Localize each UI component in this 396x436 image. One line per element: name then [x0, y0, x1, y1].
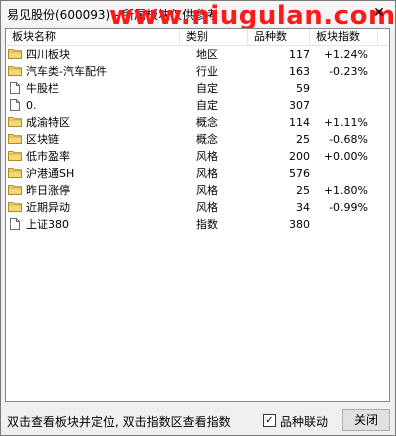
sector-type: 概念 [196, 133, 218, 146]
table-row[interactable]: 0. 自定 307 [6, 97, 389, 114]
sector-count: 25 [296, 133, 310, 146]
close-icon[interactable]: ✕ [371, 5, 387, 21]
sector-index: -0.99% [329, 201, 368, 214]
sector-name: 区块链 [26, 133, 59, 146]
column-header-name[interactable]: 板块名称 [6, 29, 180, 45]
sector-name: 沪港通SH [26, 167, 75, 180]
sector-dialog: 易见股份(600093) - 所属板块仅供参考 www.niugulan.com… [0, 0, 396, 436]
document-icon [8, 218, 22, 230]
list-header: 板块名称 类别 品种数 板块指数 [6, 29, 389, 46]
status-bar: 双击查看板块并定位, 双击指数区查看指数 ✓ 品种联动 关闭 [1, 405, 395, 435]
sector-name: 上证380 [26, 218, 69, 231]
table-row[interactable]: 近期异动 风格 34 -0.99% [6, 199, 389, 216]
sector-index [316, 97, 368, 114]
sector-type: 风格 [196, 184, 218, 197]
sector-type: 风格 [196, 201, 218, 214]
sector-type: 行业 [196, 65, 218, 78]
sector-type: 指数 [196, 218, 218, 231]
document-icon [8, 82, 22, 94]
sector-index: +1.80% [323, 184, 368, 197]
sector-type: 风格 [196, 150, 218, 163]
sector-list[interactable]: 板块名称 类别 品种数 板块指数 四川板块 地区 117 +1.24% 汽车类-汽车配件… [5, 28, 390, 402]
linkage-label: 品种联动 [280, 415, 329, 429]
sector-type: 自定 [196, 99, 218, 112]
sector-index: +1.11% [323, 116, 368, 129]
sector-count: 25 [296, 184, 310, 197]
sector-count: 307 [289, 99, 310, 112]
close-button[interactable]: 关闭 [342, 409, 390, 431]
folder-icon [8, 133, 22, 145]
sector-count: 117 [289, 48, 310, 61]
sector-type: 风格 [196, 167, 218, 180]
linkage-toggle[interactable]: ✓ 品种联动 [263, 413, 328, 430]
folder-icon [8, 184, 22, 196]
table-row[interactable]: 沪港通SH 风格 576 [6, 165, 389, 182]
table-row[interactable]: 汽车类-汽车配件 行业 163 -0.23% [6, 63, 389, 80]
sector-index [316, 165, 368, 182]
title-bar[interactable]: 易见股份(600093) - 所属板块仅供参考 www.niugulan.com… [1, 1, 395, 31]
table-row[interactable]: 牛股栏 自定 59 [6, 80, 389, 97]
watermark: www.niugulan.com [109, 1, 396, 31]
sector-count: 200 [289, 150, 310, 163]
table-row[interactable]: 区块链 概念 25 -0.68% [6, 131, 389, 148]
table-row[interactable]: 成渝特区 概念 114 +1.11% [6, 114, 389, 131]
folder-icon [8, 201, 22, 213]
vertical-scrollbar[interactable] [383, 29, 389, 401]
sector-type: 地区 [196, 48, 218, 61]
sector-count: 163 [289, 65, 310, 78]
folder-icon [8, 48, 22, 60]
table-row[interactable]: 昨日涨停 风格 25 +1.80% [6, 182, 389, 199]
table-row[interactable]: 上证380 指数 380 [6, 216, 389, 233]
sector-name: 昨日涨停 [26, 184, 70, 197]
sector-name: 0. [26, 99, 37, 112]
sector-count: 34 [296, 201, 310, 214]
sector-name: 四川板块 [26, 48, 70, 61]
sector-name: 低市盈率 [26, 150, 70, 163]
sector-type: 概念 [196, 116, 218, 129]
folder-icon [8, 116, 22, 128]
document-icon [8, 99, 22, 111]
column-header-type[interactable]: 类别 [180, 29, 248, 45]
folder-icon [8, 65, 22, 77]
sector-index: -0.68% [329, 133, 368, 146]
sector-index [316, 80, 368, 97]
sector-name: 近期异动 [26, 201, 70, 214]
sector-index: +0.00% [323, 150, 368, 163]
sector-count: 114 [289, 116, 310, 129]
folder-icon [8, 150, 22, 162]
sector-index [316, 216, 368, 233]
sector-name: 牛股栏 [26, 82, 59, 95]
sector-index: -0.23% [329, 65, 368, 78]
linkage-checkbox[interactable]: ✓ [263, 414, 276, 427]
sector-type: 自定 [196, 82, 218, 95]
folder-icon [8, 167, 22, 179]
table-row[interactable]: 四川板块 地区 117 +1.24% [6, 46, 389, 63]
sector-count: 380 [289, 218, 310, 231]
sector-index: +1.24% [323, 48, 368, 61]
sector-name: 汽车类-汽车配件 [26, 65, 107, 78]
sector-count: 576 [289, 167, 310, 180]
sector-count: 59 [296, 82, 310, 95]
status-hint: 双击查看板块并定位, 双击指数区查看指数 [7, 415, 231, 429]
column-header-count[interactable]: 品种数 [248, 29, 310, 45]
table-row[interactable]: 低市盈率 风格 200 +0.00% [6, 148, 389, 165]
sector-name: 成渝特区 [26, 116, 70, 129]
column-header-index[interactable]: 板块指数 [310, 29, 378, 45]
